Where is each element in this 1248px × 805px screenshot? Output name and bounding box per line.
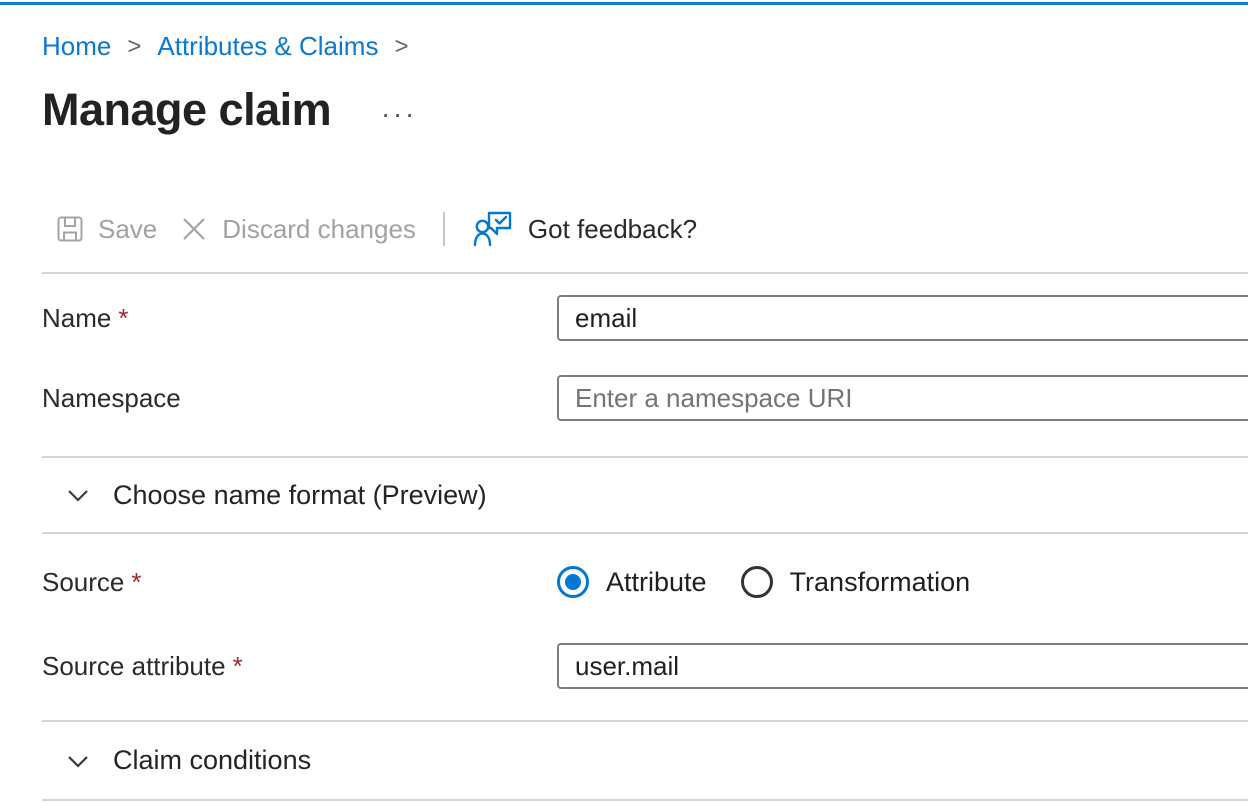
name-input-wrapper — [557, 295, 1248, 341]
radio-unselected-icon — [741, 566, 773, 598]
namespace-label: Namespace — [42, 383, 557, 414]
manage-claim-blade: Home > Attributes & Claims > Manage clai… — [0, 0, 1248, 801]
discard-changes-label: Discard changes — [222, 214, 416, 245]
choose-name-format-label: Choose name format (Preview) — [113, 480, 487, 511]
source-attribute-input[interactable] — [557, 643, 1248, 689]
radio-selected-icon — [557, 566, 589, 598]
name-input[interactable] — [557, 295, 1248, 341]
page-title: Manage claim — [42, 82, 331, 138]
discard-changes-button[interactable]: Discard changes — [179, 214, 416, 245]
source-attribute-radio-label: Attribute — [606, 567, 707, 598]
chevron-down-icon — [65, 482, 91, 508]
source-attribute-radio[interactable]: Attribute — [557, 566, 707, 598]
breadcrumb-attributes-claims-link[interactable]: Attributes & Claims — [157, 31, 378, 61]
source-attribute-field-row: Source attribute* — [42, 643, 1248, 689]
required-asterisk: * — [233, 651, 243, 681]
namespace-input[interactable] — [557, 375, 1248, 421]
chevron-down-icon — [65, 748, 91, 774]
toolbar-divider — [443, 212, 445, 246]
required-asterisk: * — [118, 303, 128, 333]
namespace-field-row: Namespace — [42, 375, 1248, 421]
source-label: Source* — [42, 567, 557, 598]
name-label: Name* — [42, 303, 557, 334]
source-attribute-label: Source attribute* — [42, 651, 557, 682]
breadcrumb-home-link[interactable]: Home — [42, 31, 111, 61]
breadcrumb-separator: > — [394, 30, 408, 62]
title-row: Manage claim ··· — [42, 82, 1248, 138]
source-field-row: Source* Attribute Transformation — [42, 559, 1248, 605]
source-transformation-radio[interactable]: Transformation — [741, 566, 971, 598]
breadcrumb: Home > Attributes & Claims > — [42, 0, 1248, 62]
source-attribute-label-text: Source attribute — [42, 651, 226, 681]
dismiss-icon — [179, 214, 209, 244]
source-attribute-input-wrapper — [557, 643, 1248, 689]
namespace-input-wrapper — [557, 375, 1248, 421]
blade-top-border — [0, 2, 1248, 5]
namespace-label-text: Namespace — [42, 383, 181, 413]
source-transformation-radio-label: Transformation — [790, 567, 971, 598]
feedback-icon — [473, 210, 515, 248]
name-label-text: Name — [42, 303, 111, 333]
more-options-button[interactable]: ··· — [381, 101, 417, 128]
save-button[interactable]: Save — [55, 214, 157, 245]
claim-conditions-section-toggle[interactable]: Claim conditions — [42, 722, 1248, 799]
save-label: Save — [98, 214, 157, 245]
breadcrumb-separator: > — [127, 30, 141, 62]
save-icon — [55, 214, 85, 244]
section-divider — [42, 799, 1248, 801]
claim-conditions-label: Claim conditions — [113, 745, 311, 776]
got-feedback-button[interactable]: Got feedback? — [473, 210, 697, 248]
name-field-row: Name* — [42, 295, 1248, 341]
required-asterisk: * — [131, 567, 141, 597]
source-radio-group: Attribute Transformation — [557, 566, 970, 598]
command-bar: Save Discard changes Got feedback? — [42, 206, 1248, 252]
choose-name-format-section-toggle[interactable]: Choose name format (Preview) — [42, 458, 1248, 532]
section-divider — [42, 272, 1248, 274]
source-label-text: Source — [42, 567, 124, 597]
section-divider — [42, 532, 1248, 534]
got-feedback-label: Got feedback? — [528, 214, 697, 245]
